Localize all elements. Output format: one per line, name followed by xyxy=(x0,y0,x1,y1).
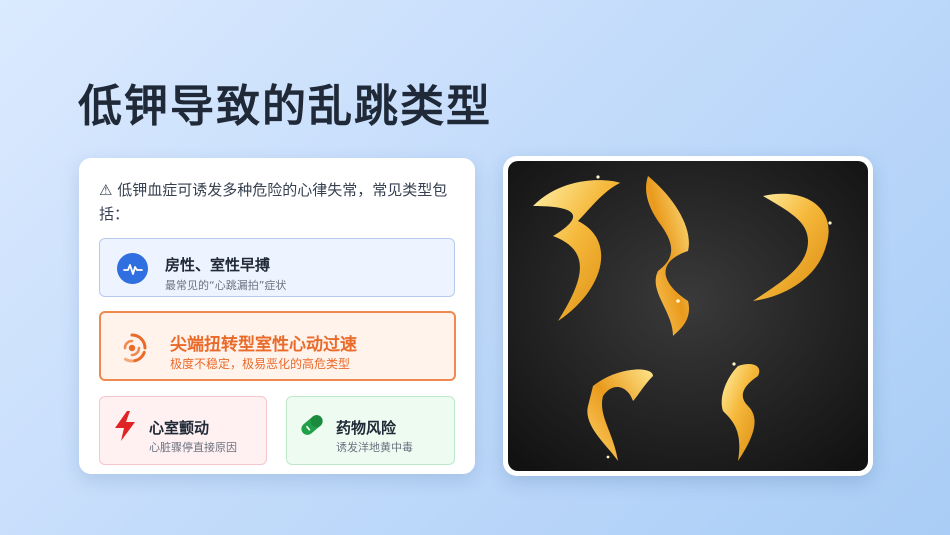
item-subtitle: 诱发洋地黄中毒 xyxy=(336,441,413,454)
item-subtitle: 最常见的“心跳漏拍”症状 xyxy=(165,279,287,292)
page-title: 低钾导致的乱跳类型 xyxy=(78,81,492,132)
item-title: 房性、室性早搏 xyxy=(165,256,271,274)
heartbeat-icon xyxy=(117,253,148,284)
item-subtitle: 心脏骤停直接原因 xyxy=(149,441,237,454)
item-title: 尖端扭转型室性心动过速 xyxy=(170,335,357,355)
type-ventricular-fibrillation: 心室颤动 心脏骤停直接原因 xyxy=(99,396,267,465)
intro-text: ⚠ 低钾血症可诱发多种危险的心律失常，常见类型包括： xyxy=(99,181,448,223)
arrhythmia-card: ⚠ 低钾血症可诱发多种危险的心律失常，常见类型包括： 房性、室性早搏 最常见的“… xyxy=(79,158,475,474)
golden-ribbons-image xyxy=(503,156,873,476)
pill-icon xyxy=(298,411,326,439)
type-torsades: 尖端扭转型室性心动过速 极度不稳定，极易恶化的高危类型 xyxy=(99,311,456,381)
spiral-icon xyxy=(115,331,149,365)
item-title: 药物风险 xyxy=(336,419,397,437)
type-drug-risk: 药物风险 诱发洋地黄中毒 xyxy=(286,396,455,465)
item-subtitle: 极度不稳定，极易恶化的高危类型 xyxy=(170,357,351,371)
item-title: 心室颤动 xyxy=(149,419,210,437)
lightning-icon xyxy=(112,410,138,442)
type-premature-beats: 房性、室性早搏 最常见的“心跳漏拍”症状 xyxy=(99,238,455,297)
